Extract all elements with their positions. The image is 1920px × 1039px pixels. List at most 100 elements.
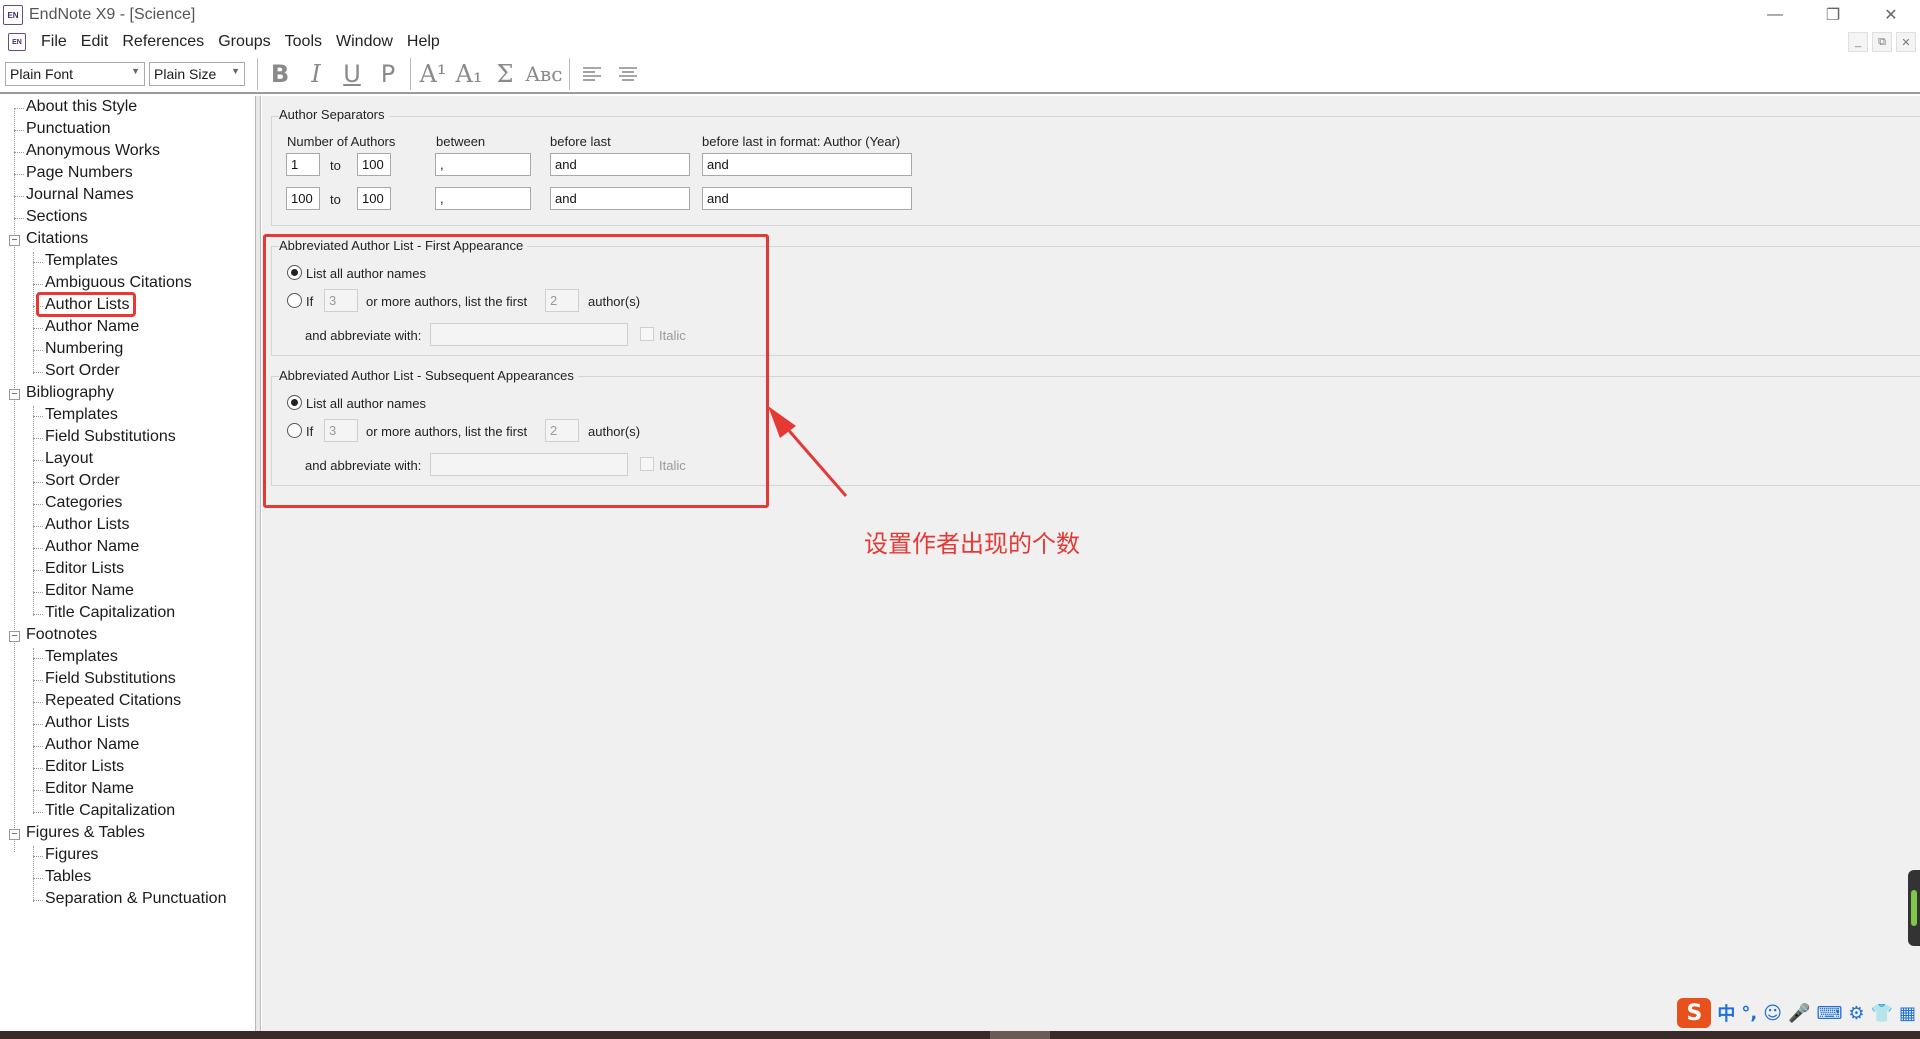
tree-item-figures[interactable]: Figures bbox=[45, 846, 98, 864]
window-controls: — ❐ ✕ bbox=[1746, 0, 1920, 30]
symbol-button[interactable]: Σ bbox=[487, 58, 523, 90]
tree-item-punctuation[interactable]: Punctuation bbox=[26, 120, 111, 138]
size-select[interactable]: Plain Size ▼ bbox=[149, 62, 245, 86]
to-label: to bbox=[330, 192, 341, 207]
tree-item-citations-sort-order[interactable]: Sort Order bbox=[45, 362, 120, 380]
tree-item-page-numbers[interactable]: Page Numbers bbox=[26, 164, 133, 182]
authors-from-input-2[interactable]: 100 bbox=[286, 187, 320, 210]
sogou-ime-logo-icon[interactable]: S bbox=[1677, 998, 1712, 1028]
tree-item-bib-templates[interactable]: Templates bbox=[45, 406, 118, 424]
tree-item-categories[interactable]: Categories bbox=[45, 494, 122, 512]
menu-help[interactable]: Help bbox=[400, 33, 447, 51]
tree-item-numbering[interactable]: Numbering bbox=[45, 340, 123, 358]
between-input-1[interactable]: , bbox=[435, 153, 531, 176]
small-caps-button[interactable]: Aʙᴄ bbox=[523, 58, 565, 90]
tree-item-fn-field-substitutions[interactable]: Field Substitutions bbox=[45, 670, 176, 688]
microphone-icon[interactable]: 🎤 bbox=[1788, 1003, 1810, 1024]
to-label: to bbox=[330, 158, 341, 173]
before-last-input-1[interactable]: and bbox=[550, 153, 690, 176]
settings-icon[interactable]: ⚙ bbox=[1848, 1003, 1864, 1024]
tree-group-citations[interactable]: Citations bbox=[26, 230, 88, 248]
menu-references[interactable]: References bbox=[115, 33, 211, 51]
authors-from-input-1[interactable]: 1 bbox=[286, 153, 320, 176]
tree-item-separation-punctuation[interactable]: Separation & Punctuation bbox=[45, 890, 226, 908]
side-widget[interactable] bbox=[1908, 870, 1920, 946]
selection-highlight bbox=[36, 292, 136, 317]
tree-item-bib-editor-lists[interactable]: Editor Lists bbox=[45, 560, 124, 578]
restore-button[interactable]: ❐ bbox=[1804, 0, 1862, 30]
tree-item-ambiguous-citations[interactable]: Ambiguous Citations bbox=[45, 274, 192, 292]
mdi-restore-button[interactable]: ⧉ bbox=[1872, 32, 1892, 52]
tree-item-fn-title-capitalization[interactable]: Title Capitalization bbox=[45, 802, 175, 820]
authors-to-input-1[interactable]: 100 bbox=[357, 153, 391, 176]
menu-edit[interactable]: Edit bbox=[74, 33, 116, 51]
before-last-input-2[interactable]: and bbox=[550, 187, 690, 210]
tree-item-bib-title-capitalization[interactable]: Title Capitalization bbox=[45, 604, 175, 622]
subscript-button[interactable]: A₁ bbox=[451, 58, 487, 90]
pane-splitter[interactable] bbox=[256, 96, 261, 1031]
tree-item-bib-sort-order[interactable]: Sort Order bbox=[45, 472, 120, 490]
tree-item-fn-templates[interactable]: Templates bbox=[45, 648, 118, 666]
between-input-2[interactable]: , bbox=[435, 187, 531, 210]
authors-to-input-2[interactable]: 100 bbox=[357, 187, 391, 210]
tree-item-anonymous-works[interactable]: Anonymous Works bbox=[26, 142, 160, 160]
tree-item-fn-editor-lists[interactable]: Editor Lists bbox=[45, 758, 124, 776]
align-left-icon[interactable] bbox=[574, 58, 610, 90]
tree-item-bib-author-lists[interactable]: Author Lists bbox=[45, 516, 129, 534]
tree-item-repeated-citations[interactable]: Repeated Citations bbox=[45, 692, 181, 710]
plain-button[interactable]: P bbox=[370, 58, 406, 90]
punctuation-mode-icon[interactable]: °, bbox=[1741, 1003, 1757, 1024]
tree-group-bibliography[interactable]: Bibliography bbox=[26, 384, 114, 402]
font-select[interactable]: Plain Font ▼ bbox=[5, 62, 145, 86]
document-logo-icon[interactable]: EN bbox=[8, 33, 26, 51]
tree-item-tables[interactable]: Tables bbox=[45, 868, 91, 886]
italic-button[interactable]: I bbox=[298, 58, 334, 90]
menu-tools[interactable]: Tools bbox=[278, 33, 329, 51]
tree-connector bbox=[33, 252, 34, 374]
taskbar-strip bbox=[0, 1031, 1920, 1039]
underline-button[interactable]: U bbox=[334, 58, 370, 90]
title-bar: EN EndNote X9 - [Science] — ❐ ✕ bbox=[0, 0, 1920, 30]
tree-item-citations-author-name[interactable]: Author Name bbox=[45, 318, 139, 336]
superscript-button[interactable]: A¹ bbox=[415, 58, 451, 90]
collapse-icon[interactable]: − bbox=[9, 235, 20, 246]
tree-connector bbox=[33, 548, 43, 549]
bold-button[interactable]: B bbox=[262, 58, 298, 90]
tree-item-fn-author-name[interactable]: Author Name bbox=[45, 736, 139, 754]
taskbar-item[interactable] bbox=[990, 1031, 1050, 1039]
menu-groups[interactable]: Groups bbox=[211, 33, 277, 51]
menu-window[interactable]: Window bbox=[329, 33, 400, 51]
mdi-minimize-button[interactable]: _ bbox=[1848, 32, 1868, 52]
tree-item-about[interactable]: About this Style bbox=[26, 98, 137, 116]
before-last-format-input-2[interactable]: and bbox=[702, 187, 912, 210]
tree-item-citations-templates[interactable]: Templates bbox=[45, 252, 118, 270]
minimize-button[interactable]: — bbox=[1746, 0, 1804, 30]
align-center-icon[interactable] bbox=[610, 58, 646, 90]
emoji-icon[interactable]: ☺ bbox=[1763, 1003, 1782, 1024]
tree-item-layout[interactable]: Layout bbox=[45, 450, 93, 468]
tree-item-sections[interactable]: Sections bbox=[26, 208, 87, 226]
chinese-mode-icon[interactable]: 中 bbox=[1717, 1000, 1735, 1026]
toolbox-icon[interactable]: ▦ bbox=[1899, 1003, 1916, 1024]
tree-connector bbox=[33, 702, 43, 703]
tree-item-fn-editor-name[interactable]: Editor Name bbox=[45, 780, 134, 798]
tree-item-fn-author-lists[interactable]: Author Lists bbox=[45, 714, 129, 732]
annotation-text: 设置作者出现的个数 bbox=[864, 530, 1080, 558]
collapse-icon[interactable]: − bbox=[9, 631, 20, 642]
tree-item-bib-author-name[interactable]: Author Name bbox=[45, 538, 139, 556]
tree-item-bib-editor-name[interactable]: Editor Name bbox=[45, 582, 134, 600]
collapse-icon[interactable]: − bbox=[9, 829, 20, 840]
keyboard-icon[interactable]: ⌨ bbox=[1816, 1003, 1842, 1024]
skin-icon[interactable]: 👕 bbox=[1871, 1003, 1893, 1024]
tree-item-bib-field-substitutions[interactable]: Field Substitutions bbox=[45, 428, 176, 446]
tree-connector bbox=[33, 846, 34, 902]
collapse-icon[interactable]: − bbox=[9, 389, 20, 400]
tree-item-journal-names[interactable]: Journal Names bbox=[26, 186, 134, 204]
tree-group-footnotes[interactable]: Footnotes bbox=[26, 626, 97, 644]
close-button[interactable]: ✕ bbox=[1862, 0, 1920, 30]
tree-group-figures-tables[interactable]: Figures & Tables bbox=[26, 824, 145, 842]
tree-connector bbox=[33, 504, 43, 505]
menu-file[interactable]: File bbox=[34, 33, 74, 51]
before-last-format-input-1[interactable]: and bbox=[702, 153, 912, 176]
mdi-close-button[interactable]: ✕ bbox=[1896, 32, 1916, 52]
